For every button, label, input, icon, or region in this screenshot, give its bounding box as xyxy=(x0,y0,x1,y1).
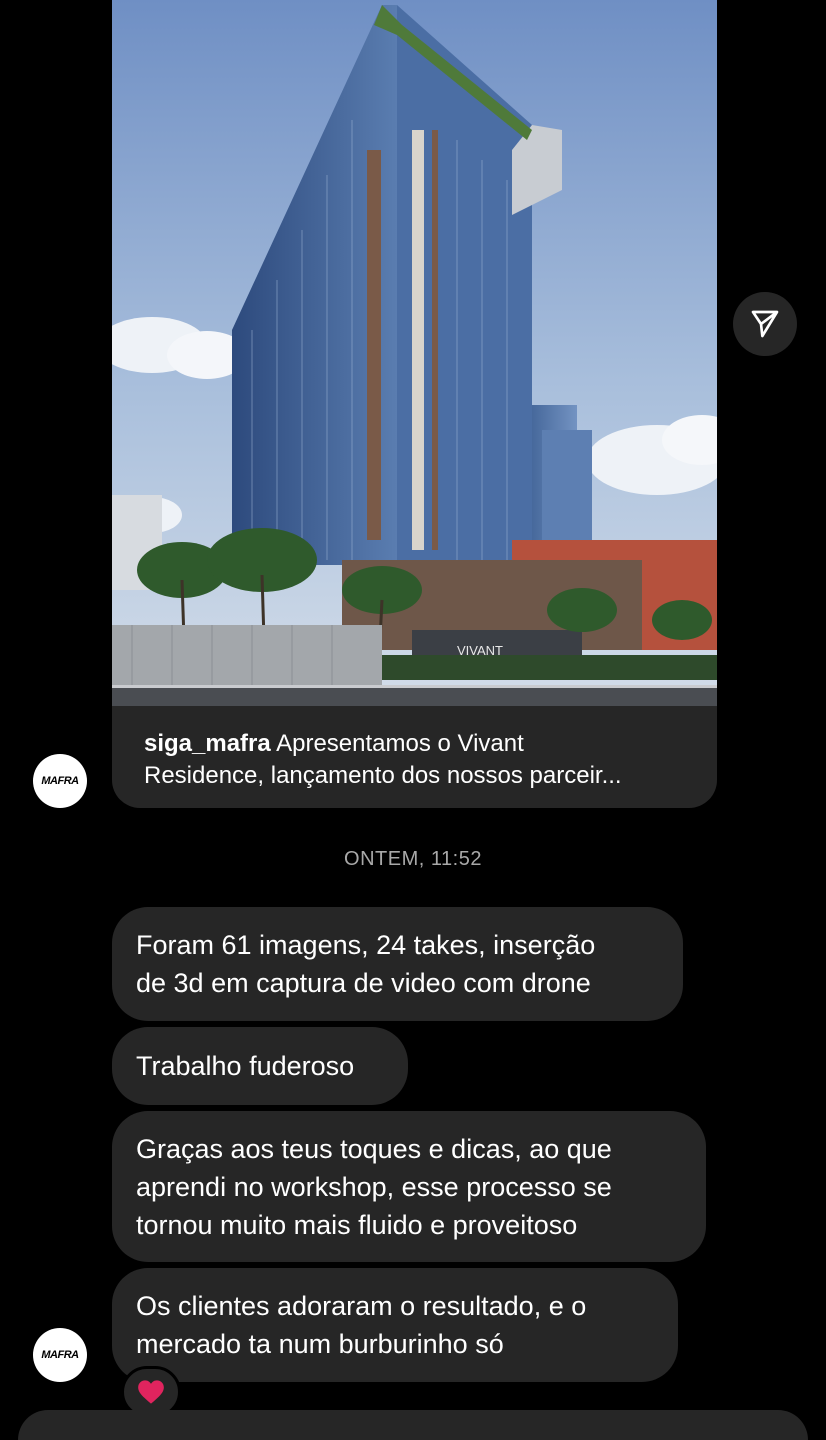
post-author[interactable]: siga_mafra xyxy=(144,730,271,757)
message-text-line: Graças aos teus toques e dicas, ao que xyxy=(136,1133,612,1164)
post-caption-line2: Residence, lançamento dos nossos parceir… xyxy=(144,762,622,789)
share-button[interactable] xyxy=(733,292,797,356)
avatar-logo: MAFRA xyxy=(41,775,79,787)
post-caption-line1: Apresentamos o Vivant xyxy=(276,730,524,757)
message-bubble[interactable]: Os clientes adoraram o resultado, e o me… xyxy=(112,1268,678,1382)
paper-plane-icon xyxy=(751,310,779,338)
message-bubble[interactable]: Foram 61 imagens, 24 takes, inserção de … xyxy=(112,907,683,1021)
message-text-line: mercado ta num burburinho só xyxy=(136,1329,504,1359)
red-heart-icon xyxy=(138,1380,164,1404)
sender-avatar[interactable]: MAFRA xyxy=(33,754,87,808)
message-composer[interactable] xyxy=(18,1410,808,1440)
message-text-line: Foram 61 imagens, 24 takes, inserção xyxy=(136,930,596,960)
message-text-line: aprendi no workshop, esse processo se xyxy=(136,1171,612,1202)
message-bubble[interactable]: Trabalho fuderoso xyxy=(112,1027,408,1105)
message-text-line: de 3d em captura de video com drone xyxy=(136,968,591,998)
sender-avatar[interactable]: MAFRA xyxy=(33,1328,87,1382)
post-image[interactable]: VIVANT xyxy=(112,0,717,706)
post-caption: siga_mafra Apresentamos o Vivant Residen… xyxy=(144,728,692,792)
message-text-line: tornou muito mais fluido e proveitoso xyxy=(136,1209,578,1240)
message-text-line: Os clientes adoraram o resultado, e o xyxy=(136,1291,587,1321)
shared-post-card[interactable]: VIVANT siga_mafra Apresentamos o Vivant … xyxy=(112,0,717,808)
message-text-line: Trabalho fuderoso xyxy=(136,1051,355,1081)
message-timestamp: ONTEM, 11:52 xyxy=(344,848,482,870)
message-bubble[interactable]: Graças aos teus toques e dicas, ao que a… xyxy=(112,1111,706,1262)
avatar-logo: MAFRA xyxy=(41,1349,79,1361)
